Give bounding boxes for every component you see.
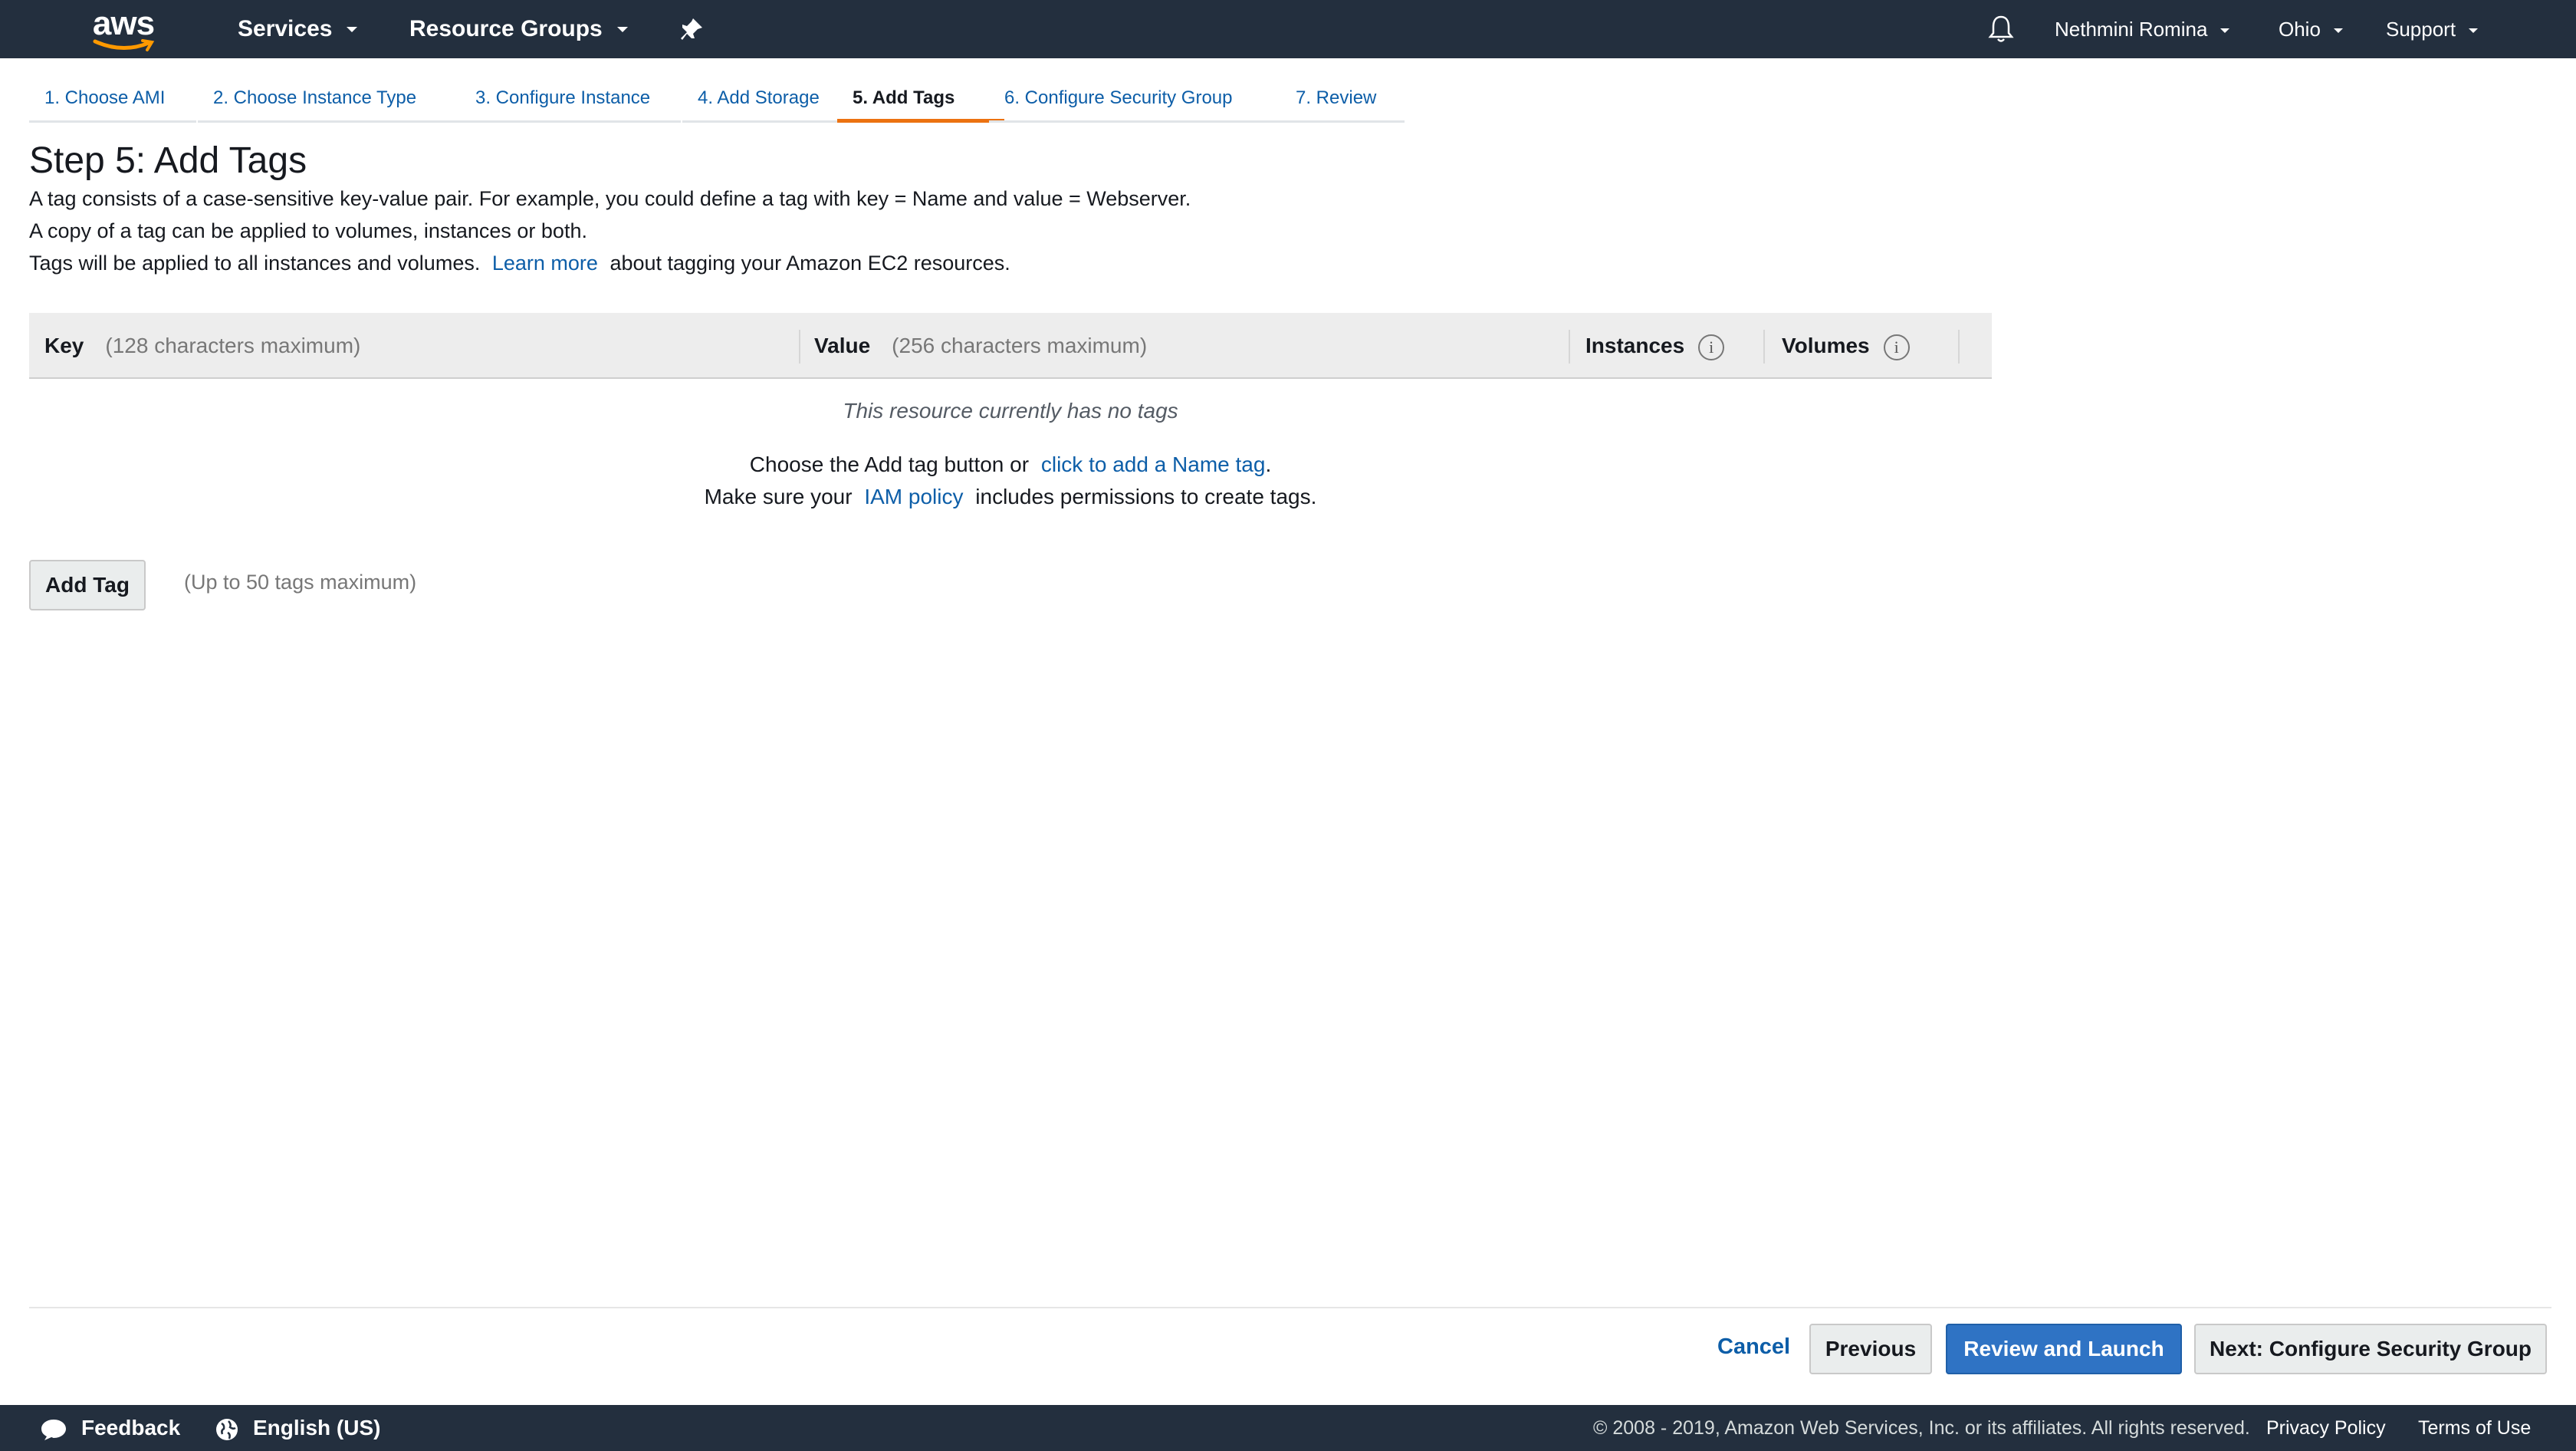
feedback-label: Feedback [81,1416,181,1439]
instances-label: Instances [1585,334,1685,357]
info-icon[interactable]: i [1883,334,1910,360]
empty-tags-message: This resource currently has no tags [843,399,1178,423]
description-text: Tags will be applied to all instances an… [29,252,481,275]
region-label: Ohio [2279,18,2321,41]
tab-add-storage[interactable]: 4. Add Storage [682,80,849,123]
bell-icon[interactable] [1987,14,2015,44]
globe-icon [216,1418,238,1440]
bottom-bar: Feedback English (US) © 2008 - 2019, Ama… [0,1405,2576,1451]
description-line-1: A tag consists of a case-sensitive key-v… [29,187,1191,210]
key-label: Key [44,334,84,357]
tags-table-header: Key (128 characters maximum) Value (256 ch… [29,313,1992,379]
key-hint: (128 characters maximum) [105,334,361,357]
tab-configure-security-group[interactable]: 6. Configure Security Group [989,80,1280,123]
tag-limit-note: (Up to 50 tags maximum) [184,571,417,594]
volumes-label: Volumes [1782,334,1870,357]
chevron-down-icon [2469,28,2479,33]
chevron-down-icon [347,27,358,33]
support-menu[interactable]: Support [2386,14,2479,44]
actions-divider [29,1307,2551,1308]
key-column-header: Key (128 characters maximum) [44,313,360,379]
column-divider [799,330,800,364]
chevron-down-icon [2220,28,2230,33]
page-title: Step 5: Add Tags [29,140,307,181]
resource-groups-menu[interactable]: Resource Groups [409,14,629,44]
terms-of-use-link[interactable]: Terms of Use [2418,1405,2531,1451]
services-label: Services [238,16,333,41]
resource-groups-label: Resource Groups [409,16,603,41]
privacy-policy-link[interactable]: Privacy Policy [2266,1405,2386,1451]
add-tag-hint: Choose the Add tag button or click to ad… [29,452,1992,477]
hint-text: . [1265,452,1272,476]
column-divider [1958,330,1960,364]
learn-more-link[interactable]: Learn more [492,252,598,275]
add-tag-button[interactable]: Add Tag [29,560,146,610]
copyright-text: © 2008 - 2019, Amazon Web Services, Inc.… [1593,1417,2250,1439]
review-and-launch-button[interactable]: Review and Launch [1946,1324,2182,1374]
previous-button[interactable]: Previous [1809,1324,1932,1374]
aws-logo[interactable]: aws [90,5,156,54]
support-label: Support [2386,18,2456,41]
pin-icon[interactable] [676,14,707,44]
volumes-column-header: Volumes i [1782,313,1910,379]
info-icon[interactable]: i [1698,334,1725,360]
language-selector[interactable]: English (US) [215,1405,380,1451]
add-name-tag-link[interactable]: click to add a Name tag [1041,452,1266,476]
hint-text: includes permissions to create tags. [975,485,1317,508]
iam-policy-link[interactable]: IAM policy [864,485,963,508]
hint-text: Make sure your [704,485,853,508]
chevron-down-icon [2333,28,2343,33]
description-text: about tagging your Amazon EC2 resources. [610,252,1010,275]
value-column-header: Value (256 characters maximum) [814,313,1147,379]
speech-bubble-icon [41,1419,66,1440]
user-menu[interactable]: Nethmini Romina [2055,14,2230,44]
next-configure-security-group-button[interactable]: Next: Configure Security Group [2194,1324,2547,1374]
aws-smile-icon [93,39,155,51]
aws-logo-text: aws [92,5,155,42]
tab-choose-instance-type[interactable]: 2. Choose Instance Type [198,80,460,123]
top-navigation: aws Services Resource Groups Nethmini Ro… [0,0,2576,58]
user-name: Nethmini Romina [2055,18,2208,41]
value-hint: (256 characters maximum) [892,334,1148,357]
region-menu[interactable]: Ohio [2279,14,2344,44]
services-menu[interactable]: Services [238,14,358,44]
tab-choose-ami[interactable]: 1. Choose AMI [29,80,196,123]
feedback-button[interactable]: Feedback [40,1405,180,1451]
tab-configure-instance[interactable]: 3. Configure Instance [460,80,681,123]
hint-text: Choose the Add tag button or [749,452,1030,476]
tab-add-tags[interactable]: 5. Add Tags [837,80,1004,123]
cancel-link[interactable]: Cancel [1717,1334,1790,1360]
value-label: Value [814,334,871,357]
description-line-3: Tags will be applied to all instances an… [29,252,1010,275]
chevron-down-icon [616,27,628,33]
column-divider [1763,330,1765,364]
instances-column-header: Instances i [1585,313,1725,379]
tab-review[interactable]: 7. Review [1280,80,1405,123]
column-divider [1569,330,1570,364]
iam-policy-hint: Make sure your IAM policy includes permi… [29,485,1992,509]
description-line-2: A copy of a tag can be applied to volume… [29,219,587,242]
language-label: English (US) [253,1416,381,1439]
